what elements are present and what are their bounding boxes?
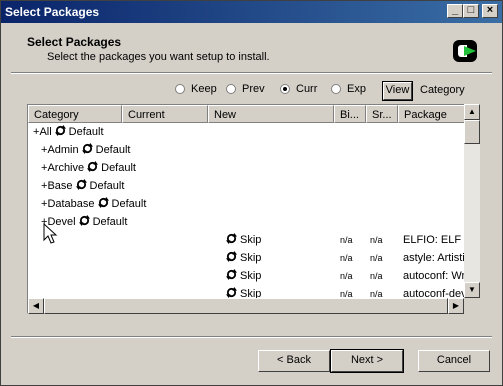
category-action: Default bbox=[95, 144, 131, 156]
category-action: Default bbox=[92, 216, 128, 228]
minimize-button[interactable]: _ bbox=[447, 4, 463, 18]
radio-exp[interactable]: Exp bbox=[331, 83, 366, 95]
category-action: Default bbox=[68, 126, 104, 138]
category-action: Default bbox=[111, 198, 147, 210]
package-src[interactable]: n/a bbox=[370, 250, 383, 266]
package-bin[interactable]: n/a bbox=[340, 250, 353, 266]
column-bin[interactable]: Bi... bbox=[334, 105, 366, 123]
cycle-arrows-icon[interactable] bbox=[226, 287, 237, 298]
radio-keep-circle[interactable] bbox=[175, 84, 185, 94]
next-button[interactable]: Next > bbox=[330, 349, 404, 373]
cycle-arrows-icon[interactable] bbox=[54, 125, 66, 136]
cygwin-logo-icon bbox=[453, 40, 477, 62]
category-row[interactable]: +Database Default bbox=[41, 196, 146, 212]
cycle-arrows-icon[interactable] bbox=[81, 143, 93, 154]
cycle-arrows-icon[interactable] bbox=[97, 197, 109, 208]
maximize-button[interactable]: □ bbox=[463, 4, 479, 18]
scroll-up-button[interactable]: ▲ bbox=[464, 104, 480, 120]
category-row[interactable]: +Archive Default bbox=[41, 160, 136, 176]
category-name: Base bbox=[47, 180, 73, 192]
radio-prev-label: Prev bbox=[242, 83, 265, 95]
package-name: ELFIO: ELF f bbox=[403, 234, 465, 246]
package-row-action[interactable]: Skip bbox=[223, 250, 261, 266]
category-name: Admin bbox=[47, 144, 79, 156]
package-name: autoconf: Wr bbox=[403, 270, 465, 282]
title-bar[interactable]: Select Packages _ □ × bbox=[1, 1, 502, 23]
scroll-left-button[interactable]: ◀ bbox=[28, 298, 44, 314]
radio-curr-circle[interactable] bbox=[280, 84, 290, 94]
cancel-button[interactable]: Cancel bbox=[418, 350, 490, 372]
close-button[interactable]: × bbox=[482, 4, 498, 18]
category-name: All bbox=[39, 126, 52, 138]
package-new: Skip bbox=[240, 234, 262, 246]
cycle-arrows-icon[interactable] bbox=[87, 161, 99, 172]
package-src[interactable]: n/a bbox=[370, 232, 383, 248]
category-row[interactable]: +All Default bbox=[33, 124, 104, 140]
radio-exp-label: Exp bbox=[347, 83, 366, 95]
column-new[interactable]: New bbox=[208, 105, 334, 123]
package-row-action[interactable]: Skip bbox=[223, 268, 261, 284]
package-list[interactable]: Category Current New Bi... Sr... Package… bbox=[27, 104, 466, 314]
radio-keep-label: Keep bbox=[191, 83, 217, 95]
radio-prev-circle[interactable] bbox=[226, 84, 236, 94]
scrollbar-corner bbox=[464, 298, 480, 314]
cycle-arrows-icon[interactable] bbox=[226, 233, 237, 244]
package-bin[interactable]: n/a bbox=[340, 232, 353, 248]
radio-keep[interactable]: Keep bbox=[175, 83, 217, 95]
horizontal-scroll-thumb[interactable] bbox=[44, 298, 448, 314]
column-headers: Category Current New Bi... Sr... Package bbox=[28, 105, 465, 123]
page-header: Select Packages Select the packages you … bbox=[1, 23, 502, 71]
radio-curr[interactable]: Curr bbox=[280, 83, 317, 95]
category-name: Archive bbox=[47, 162, 85, 174]
page-subtitle: Select the packages you want setup to in… bbox=[47, 51, 270, 63]
package-new: Skip bbox=[240, 270, 262, 282]
package-bin[interactable]: n/a bbox=[340, 268, 353, 284]
radio-curr-label: Curr bbox=[296, 83, 318, 95]
vertical-scroll-thumb[interactable] bbox=[464, 120, 480, 144]
package-name: astyle: Artisti bbox=[403, 252, 465, 264]
radio-exp-circle[interactable] bbox=[331, 84, 341, 94]
category-action: Default bbox=[89, 180, 125, 192]
column-current[interactable]: Current bbox=[122, 105, 208, 123]
cycle-arrows-icon[interactable] bbox=[226, 269, 237, 280]
cycle-arrows-icon[interactable] bbox=[78, 215, 90, 226]
package-new: Skip bbox=[240, 252, 262, 264]
radio-prev[interactable]: Prev bbox=[226, 83, 265, 95]
column-package[interactable]: Package bbox=[398, 105, 465, 123]
column-src[interactable]: Sr... bbox=[366, 105, 398, 123]
category-row[interactable]: +Base Default bbox=[41, 178, 124, 194]
header-separator bbox=[11, 72, 492, 74]
package-src[interactable]: n/a bbox=[370, 268, 383, 284]
package-row-action[interactable]: Skip bbox=[223, 232, 261, 248]
scroll-down-button[interactable]: ▼ bbox=[464, 282, 480, 298]
cycle-arrows-icon[interactable] bbox=[226, 251, 237, 262]
category-row[interactable]: +Admin Default bbox=[41, 142, 130, 158]
category-action: Default bbox=[101, 162, 136, 174]
column-category[interactable]: Category bbox=[28, 105, 122, 123]
category-name: Database bbox=[47, 198, 95, 210]
back-button[interactable]: < Back bbox=[258, 350, 330, 372]
footer-separator bbox=[11, 336, 492, 338]
view-button[interactable]: View bbox=[382, 81, 413, 101]
mouse-pointer-icon bbox=[43, 223, 58, 244]
cycle-arrows-icon[interactable] bbox=[75, 179, 87, 190]
page-title: Select Packages bbox=[27, 35, 122, 49]
setup-window: Select Packages _ □ × Select Packages Se… bbox=[0, 0, 503, 386]
vertical-scrollbar[interactable]: ▲ ▼ bbox=[464, 104, 480, 298]
view-mode-label: Category bbox=[420, 84, 465, 96]
scroll-right-button[interactable]: ▶ bbox=[448, 298, 464, 314]
horizontal-scrollbar[interactable]: ◀ ▶ bbox=[28, 298, 464, 314]
window-title: Select Packages bbox=[5, 5, 100, 19]
